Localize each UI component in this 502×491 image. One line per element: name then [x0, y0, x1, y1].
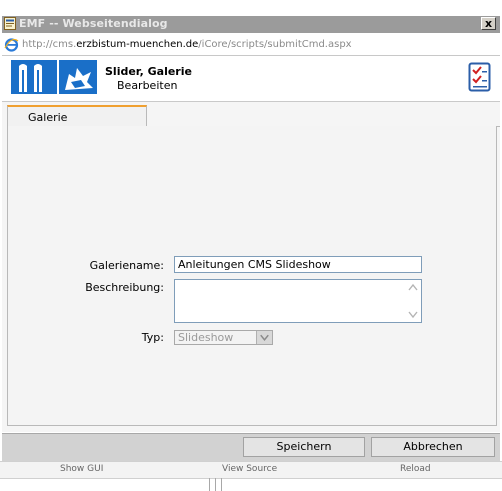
- resize-grip[interactable]: [207, 478, 227, 491]
- description-scrollbar[interactable]: [405, 280, 421, 322]
- type-select[interactable]: Slideshow: [174, 330, 273, 345]
- dialog-footer: Speichern Abbrechen: [2, 433, 500, 461]
- content-area: Galerie Galeriename: Beschreibung: Typ: …: [2, 102, 500, 432]
- save-button[interactable]: Speichern: [243, 437, 365, 457]
- dialog-title: Slider, Galerie: [105, 65, 192, 78]
- status-bar: Show GUI View Source Reload: [0, 461, 502, 479]
- type-label: Typ:: [141, 331, 164, 344]
- checklist-icon: [468, 62, 491, 92]
- tab-label: Galerie: [28, 111, 68, 124]
- dialog-subtitle: Bearbeiten: [117, 79, 178, 92]
- description-textarea[interactable]: [174, 279, 422, 323]
- window-title: EMF -- Webseitendialog: [19, 17, 168, 30]
- view-source-link[interactable]: View Source: [222, 464, 277, 474]
- gallery-name-input[interactable]: [174, 256, 422, 273]
- window-title-bar: EMF -- Webseitendialog x: [0, 0, 502, 34]
- dialog-header: Slider, Galerie Bearbeiten: [2, 56, 500, 102]
- close-button[interactable]: x: [481, 17, 496, 30]
- url-domain: erzbistum-muenchen.de: [76, 39, 199, 50]
- dialog-app-icon: [4, 17, 16, 30]
- address-bar: http://cms.erzbistum-muenchen.de/iCore/s…: [2, 35, 500, 56]
- cancel-button[interactable]: Abbrechen: [371, 437, 495, 457]
- page-url: http://cms.erzbistum-muenchen.de/iCore/s…: [22, 39, 352, 50]
- tab-galerie[interactable]: Galerie: [7, 105, 147, 127]
- ie-browser-icon: [4, 38, 19, 52]
- show-gui-link[interactable]: Show GUI: [60, 464, 103, 474]
- chevron-down-icon: [256, 331, 272, 344]
- description-label: Beschreibung:: [85, 281, 164, 294]
- tab-panel: Galeriename: Beschreibung: Typ: Slidesho…: [7, 126, 497, 426]
- type-select-value: Slideshow: [178, 331, 234, 344]
- erzbistum-logo: [11, 60, 97, 94]
- reload-link[interactable]: Reload: [400, 464, 431, 474]
- gallery-name-label: Galeriename:: [89, 259, 164, 272]
